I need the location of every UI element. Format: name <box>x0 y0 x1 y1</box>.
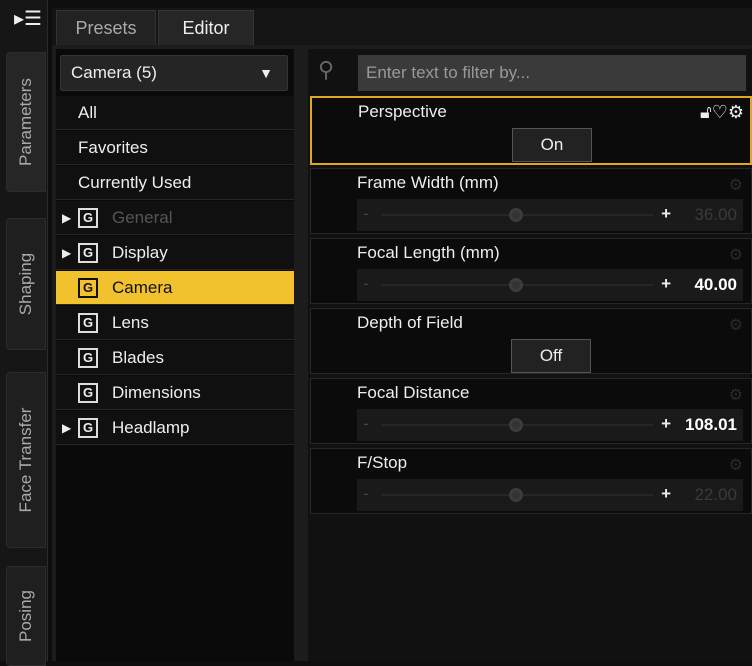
param-name: F/Stop <box>357 453 408 472</box>
param-row[interactable]: Focal Length (mm) ⚙ - +40.00 <box>310 238 752 304</box>
group-item[interactable]: ▶ G General <box>56 201 294 235</box>
gear-icon[interactable]: ⚙ <box>728 102 744 122</box>
filter-item[interactable]: All <box>56 96 294 130</box>
param-value[interactable]: 36.00 <box>694 205 737 225</box>
toggle-button[interactable]: Off <box>511 339 591 373</box>
param-name: Perspective <box>358 102 447 121</box>
group-icon: G <box>78 278 98 298</box>
filter-input[interactable] <box>358 55 746 91</box>
param-value[interactable]: 108.01 <box>685 415 737 435</box>
side-tab-shaping[interactable]: Shaping <box>6 218 46 350</box>
param-value[interactable]: 22.00 <box>694 485 737 505</box>
increment-button[interactable]: + <box>661 414 671 434</box>
editor-panel: Camera (5) ▼ All Favorites Currently Used ▶ G… <box>52 45 752 661</box>
filter-label: All <box>78 103 97 122</box>
slider-knob[interactable] <box>509 208 523 222</box>
gear-icon[interactable]: ⚙ <box>729 315 743 335</box>
group-label: Blades <box>112 348 164 367</box>
tab-label: Shaping <box>16 252 35 316</box>
param-row[interactable]: F/Stop ⚙ - +22.00 <box>310 448 752 514</box>
param-slider[interactable]: - +40.00 <box>357 269 743 301</box>
dropdown-value: Camera (5) <box>71 63 157 82</box>
param-name: Focal Length (mm) <box>357 243 500 262</box>
increment-button[interactable]: + <box>661 484 671 504</box>
group-item[interactable]: G Blades <box>56 341 294 375</box>
gear-icon[interactable]: ⚙ <box>729 175 743 195</box>
slider-knob[interactable] <box>509 418 523 432</box>
param-slider[interactable]: - +22.00 <box>357 479 743 511</box>
group-item[interactable]: ▶ G Display <box>56 236 294 270</box>
gear-icon[interactable]: ⚙ <box>729 245 743 265</box>
group-item[interactable]: G Dimensions <box>56 376 294 410</box>
param-row[interactable]: Depth of Field ⚙ Off <box>310 308 752 374</box>
group-icon: G <box>78 313 98 333</box>
group-icon: G <box>78 383 98 403</box>
group-icon: G <box>78 348 98 368</box>
tab-editor[interactable]: Editor <box>158 10 254 46</box>
group-label: General <box>112 208 173 227</box>
param-name: Depth of Field <box>357 313 463 332</box>
decrement-button[interactable]: - <box>363 274 369 294</box>
group-label: Lens <box>112 313 149 332</box>
group-label: Dimensions <box>112 383 201 402</box>
increment-button[interactable]: + <box>661 274 671 294</box>
side-tab-face-transfer[interactable]: Face Transfer <box>6 372 46 548</box>
filter-item[interactable]: Favorites <box>56 131 294 165</box>
group-item[interactable]: ▶ G Headlamp <box>56 411 294 445</box>
param-name: Frame Width (mm) <box>357 173 499 192</box>
param-value[interactable]: 40.00 <box>694 275 737 295</box>
filter-label: Currently Used <box>78 173 192 192</box>
side-tab-strip: ▸☰ Parameters Shaping Face Transfer Posi… <box>0 0 48 666</box>
param-slider[interactable]: - +108.01 <box>357 409 743 441</box>
expand-arrow-icon[interactable]: ▶ <box>62 201 71 235</box>
tab-label: Face Transfer <box>16 407 35 513</box>
tab-label: Posing <box>16 590 35 642</box>
group-list: Camera (5) ▼ All Favorites Currently Used ▶ G… <box>56 49 294 661</box>
group-icon: G <box>78 418 98 438</box>
decrement-button[interactable]: - <box>363 204 369 224</box>
tab-presets[interactable]: Presets <box>56 10 156 46</box>
tab-bar: Presets Editor <box>52 8 752 46</box>
decrement-button[interactable]: - <box>363 414 369 434</box>
filter-label: Favorites <box>78 138 148 157</box>
gear-icon[interactable]: ⚙ <box>729 455 743 475</box>
heart-icon[interactable]: ♡ <box>712 102 728 122</box>
expand-arrow-icon[interactable]: ▶ <box>62 411 71 445</box>
param-row[interactable]: Frame Width (mm) ⚙ - +36.00 <box>310 168 752 234</box>
param-actions: 🔓︎♡⚙ <box>700 102 744 123</box>
toggle-button[interactable]: On <box>512 128 592 162</box>
param-slider[interactable]: - +36.00 <box>357 199 743 231</box>
gear-icon[interactable]: ⚙ <box>729 385 743 405</box>
group-item[interactable]: G Camera <box>56 271 294 305</box>
param-name: Focal Distance <box>357 383 470 402</box>
slider-knob[interactable] <box>509 488 523 502</box>
side-tab-posing[interactable]: Posing <box>6 566 46 666</box>
slider-knob[interactable] <box>509 278 523 292</box>
node-dropdown[interactable]: Camera (5) ▼ <box>60 55 288 91</box>
decrement-button[interactable]: - <box>363 484 369 504</box>
expand-arrow-icon[interactable]: ▶ <box>62 236 71 270</box>
increment-button[interactable]: + <box>661 204 671 224</box>
panel-menu-icon[interactable]: ▸☰ <box>14 6 42 32</box>
side-tab-parameters[interactable]: Parameters <box>6 52 46 192</box>
param-row[interactable]: Perspective 🔓︎♡⚙ On <box>310 96 752 165</box>
tab-label: Parameters <box>16 78 35 166</box>
group-icon: G <box>78 208 98 228</box>
chevron-down-icon: ▼ <box>259 65 273 81</box>
group-label: Display <box>112 243 168 262</box>
param-row[interactable]: Focal Distance ⚙ - +108.01 <box>310 378 752 444</box>
group-label: Headlamp <box>112 418 190 437</box>
parameter-list: ⚲ Perspective🔓︎♡⚙OnFrame Width (mm)⚙-+36… <box>308 49 752 661</box>
group-icon: G <box>78 243 98 263</box>
lock-icon[interactable]: 🔓︎ <box>700 102 712 122</box>
filter-item[interactable]: Currently Used <box>56 166 294 200</box>
group-label: Camera <box>112 278 173 297</box>
search-icon[interactable]: ⚲ <box>318 57 348 87</box>
group-item[interactable]: G Lens <box>56 306 294 340</box>
